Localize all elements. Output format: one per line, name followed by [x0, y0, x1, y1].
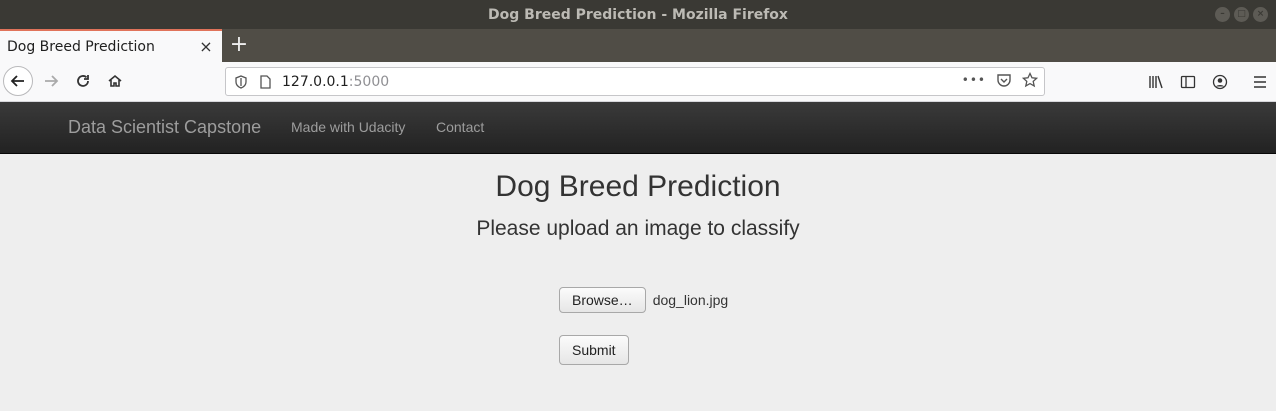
- tracking-shield-icon[interactable]: [234, 74, 248, 89]
- url-text: 127.0.0.1:5000: [282, 74, 389, 90]
- page-subtitle: Please upload an image to classify: [476, 217, 800, 240]
- browser-navbar: 127.0.0.1:5000 •••: [0, 62, 1276, 102]
- url-port: :5000: [348, 73, 390, 90]
- tab-title: Dog Breed Prediction: [7, 38, 155, 55]
- new-tab-button[interactable]: +: [228, 31, 250, 59]
- account-icon[interactable]: [1204, 67, 1236, 97]
- reload-icon[interactable]: [69, 67, 97, 95]
- home-icon[interactable]: [101, 67, 129, 95]
- window-title: Dog Breed Prediction - Mozilla Firefox: [488, 6, 788, 23]
- window-titlebar: Dog Breed Prediction - Mozilla Firefox –…: [0, 0, 1276, 29]
- url-host: 127.0.0.1: [282, 73, 349, 90]
- url-bar[interactable]: 127.0.0.1:5000 •••: [225, 67, 1045, 96]
- page-title: Dog Breed Prediction: [495, 170, 781, 203]
- toolbar-separator: [1236, 67, 1244, 97]
- tab-close-icon[interactable]: ×: [196, 37, 216, 56]
- library-icon[interactable]: [1140, 67, 1172, 97]
- tab-strip: Dog Breed Prediction × +: [0, 29, 1276, 62]
- hamburger-menu-icon[interactable]: [1244, 67, 1276, 97]
- back-arrow-icon[interactable]: [3, 66, 33, 96]
- page-actions-icon[interactable]: •••: [962, 73, 986, 87]
- site-navbar: Data Scientist Capstone Made with Udacit…: [0, 102, 1276, 154]
- maximize-icon[interactable]: □: [1234, 7, 1249, 22]
- star-icon[interactable]: [1022, 72, 1038, 88]
- toolbar-right: [1140, 67, 1276, 97]
- window-controls: – □ ×: [1215, 7, 1268, 22]
- pocket-icon[interactable]: [996, 72, 1012, 88]
- nav-link-contact[interactable]: Contact: [436, 119, 484, 135]
- tab-active[interactable]: Dog Breed Prediction ×: [0, 29, 222, 62]
- selected-file-name: dog_lion.jpg: [652, 292, 729, 308]
- close-window-icon[interactable]: ×: [1253, 7, 1268, 22]
- browse-button[interactable]: Browse…: [559, 287, 646, 313]
- sidebar-icon[interactable]: [1172, 67, 1204, 97]
- navbar-brand[interactable]: Data Scientist Capstone: [68, 117, 261, 138]
- file-input: Browse… dog_lion.jpg: [559, 287, 728, 313]
- page-info-icon[interactable]: [258, 74, 272, 89]
- main-content: Dog Breed Prediction Please upload an im…: [0, 154, 1276, 411]
- submit-button[interactable]: Submit: [559, 335, 629, 365]
- nav-link-udacity[interactable]: Made with Udacity: [291, 119, 405, 135]
- minimize-icon[interactable]: –: [1215, 7, 1230, 22]
- forward-arrow-icon[interactable]: [37, 67, 65, 95]
